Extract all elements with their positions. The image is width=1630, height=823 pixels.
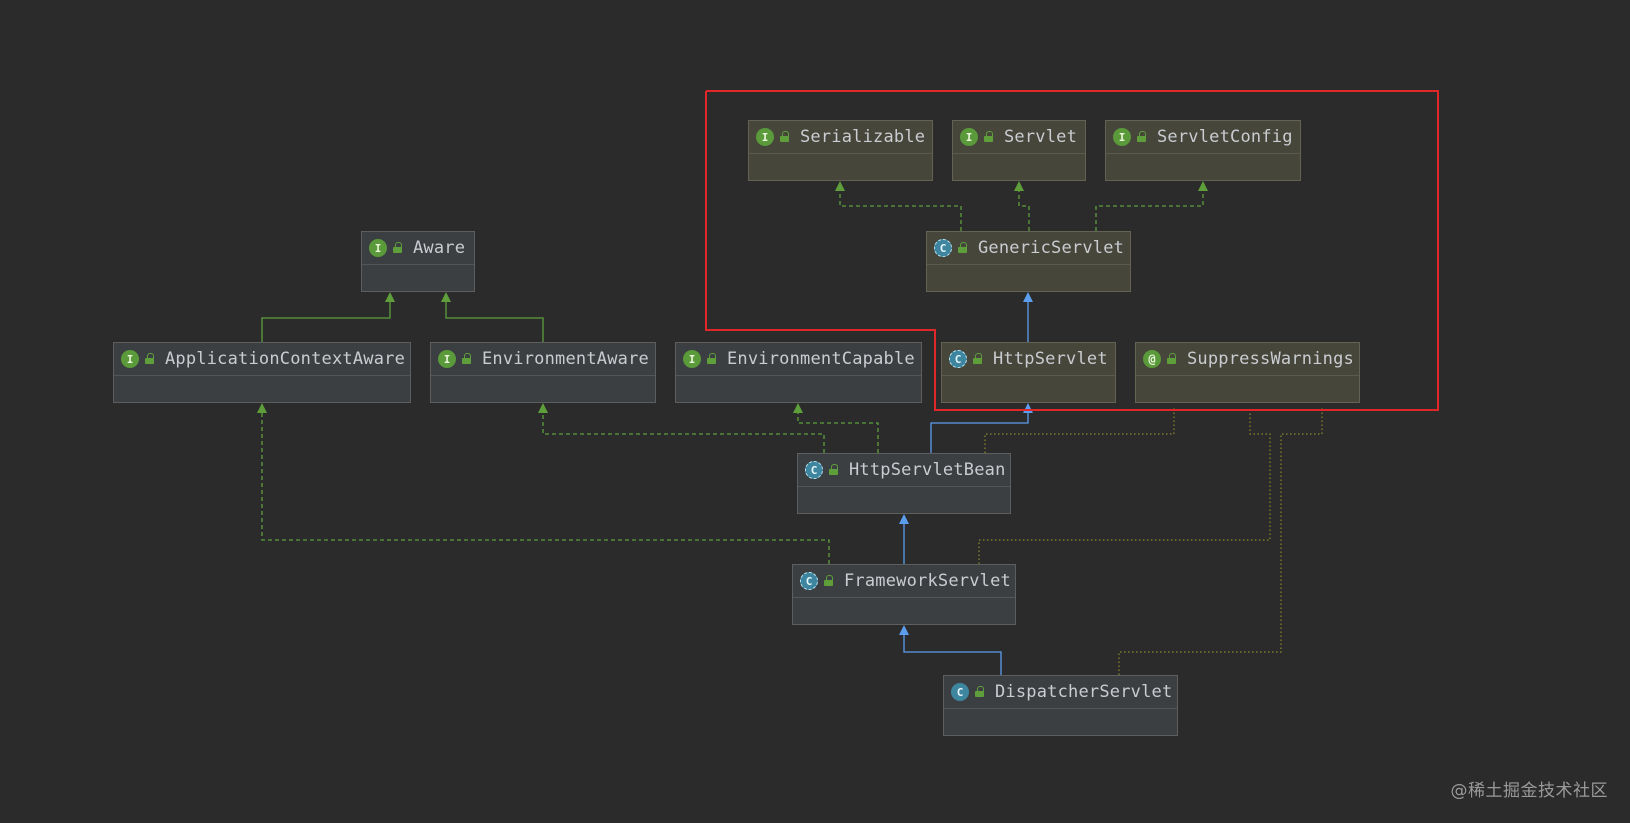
node-environmentcapable[interactable]: I EnvironmentCapable — [675, 342, 922, 403]
arrowhead-icon — [835, 181, 845, 191]
edge-httpservletbean-to-environmentcapable — [793, 403, 879, 453]
node-aware-label: Aware — [413, 238, 466, 258]
public-lock-icon — [392, 242, 404, 254]
annotation-icon: @ — [1143, 350, 1161, 368]
interface-icon: I — [121, 350, 139, 368]
arrowhead-icon — [1014, 181, 1024, 191]
interface-icon: I — [1113, 128, 1131, 146]
node-environmentcapable-label: EnvironmentCapable — [727, 349, 915, 369]
node-environmentaware[interactable]: I EnvironmentAware — [430, 342, 656, 403]
node-header: I Servlet — [953, 121, 1085, 154]
abstract-class-icon: C — [800, 572, 818, 590]
class-icon: C — [951, 683, 969, 701]
node-environmentaware-label: EnvironmentAware — [482, 349, 649, 369]
node-suppresswarnings[interactable]: @ SuppressWarnings — [1135, 342, 1360, 403]
node-header: C FrameworkServlet — [793, 565, 1015, 598]
arrowhead-icon — [441, 292, 451, 302]
node-header: I EnvironmentCapable — [676, 343, 921, 376]
edge-httpservlet-to-genericservlet — [1023, 292, 1033, 342]
interface-icon: I — [683, 350, 701, 368]
abstract-class-icon: C — [805, 461, 823, 479]
public-lock-icon — [1136, 131, 1148, 143]
edge-frameworkservlet-to-httpservletbean — [899, 514, 909, 564]
public-lock-icon — [957, 242, 969, 254]
arrowhead-icon — [1023, 292, 1033, 302]
watermark: @稀土掘金技术社区 — [1450, 781, 1608, 801]
node-header: I ApplicationContextAware — [114, 343, 410, 376]
public-lock-icon — [706, 353, 718, 365]
arrowhead-icon — [385, 292, 395, 302]
interface-icon: I — [369, 239, 387, 257]
node-header: I ServletConfig — [1106, 121, 1300, 154]
public-lock-icon — [972, 353, 984, 365]
node-httpservletbean-label: HttpServletBean — [849, 460, 1006, 480]
public-lock-icon — [974, 686, 986, 698]
public-lock-icon — [461, 353, 473, 365]
arrowhead-icon — [793, 403, 803, 413]
node-header: I EnvironmentAware — [431, 343, 655, 376]
node-servlet-label: Servlet — [1004, 127, 1078, 147]
node-frameworkservlet[interactable]: C FrameworkServlet — [792, 564, 1016, 625]
arrowhead-icon — [899, 514, 909, 524]
edge-httpservletbean-to-environmentaware — [538, 403, 825, 453]
node-header: C HttpServletBean — [798, 454, 1010, 487]
interface-icon: I — [438, 350, 456, 368]
node-serializable-label: Serializable — [800, 127, 926, 147]
node-httpservlet-label: HttpServlet — [993, 349, 1108, 369]
node-httpservletbean[interactable]: C HttpServletBean — [797, 453, 1011, 514]
node-applicationcontextaware[interactable]: I ApplicationContextAware — [113, 342, 411, 403]
abstract-class-icon: C — [949, 350, 967, 368]
edge-genericservlet-to-servlet — [1014, 181, 1030, 231]
node-header: C HttpServlet — [942, 343, 1115, 376]
node-serializable[interactable]: I Serializable — [748, 120, 933, 181]
public-lock-icon — [828, 464, 840, 476]
node-header: I Serializable — [749, 121, 932, 154]
node-header: @ SuppressWarnings — [1136, 343, 1359, 376]
node-applicationcontextaware-label: ApplicationContextAware — [165, 349, 406, 369]
edge-dispatcherservlet-to-suppresswarnings — [1118, 407, 1323, 675]
public-lock-icon — [1166, 353, 1178, 365]
edge-environmentaware-to-aware — [441, 292, 544, 342]
edge-dispatcherservlet-to-frameworkservlet — [899, 625, 1002, 675]
arrowhead-icon — [899, 625, 909, 635]
arrowhead-icon — [1198, 181, 1208, 191]
abstract-class-icon: C — [934, 239, 952, 257]
uml-diagram-canvas: I Aware I ApplicationContextAware I Envi… — [0, 0, 1630, 823]
node-genericservlet[interactable]: C GenericServlet — [926, 231, 1131, 292]
arrowhead-icon — [257, 403, 267, 413]
public-lock-icon — [983, 131, 995, 143]
edge-genericservlet-to-servletconfig — [1095, 181, 1208, 231]
node-dispatcherservlet[interactable]: C DispatcherServlet — [943, 675, 1178, 736]
interface-icon: I — [960, 128, 978, 146]
public-lock-icon — [779, 131, 791, 143]
edge-genericservlet-to-serializable — [835, 181, 962, 231]
edge-frameworkservlet-to-suppresswarnings — [978, 407, 1271, 564]
node-header: C DispatcherServlet — [944, 676, 1177, 709]
public-lock-icon — [144, 353, 156, 365]
interface-icon: I — [756, 128, 774, 146]
node-suppresswarnings-label: SuppressWarnings — [1187, 349, 1354, 369]
node-servletconfig[interactable]: I ServletConfig — [1105, 120, 1301, 181]
edge-frameworkservlet-to-applicationcontextaware — [257, 403, 830, 564]
node-httpservlet[interactable]: C HttpServlet — [941, 342, 1116, 403]
node-header: I Aware — [362, 232, 474, 265]
node-servletconfig-label: ServletConfig — [1157, 127, 1293, 147]
node-aware[interactable]: I Aware — [361, 231, 475, 292]
arrowhead-icon — [538, 403, 548, 413]
node-frameworkservlet-label: FrameworkServlet — [844, 571, 1011, 591]
public-lock-icon — [823, 575, 835, 587]
edge-applicationcontextaware-to-aware — [261, 292, 395, 342]
node-servlet[interactable]: I Servlet — [952, 120, 1086, 181]
node-genericservlet-label: GenericServlet — [978, 238, 1125, 258]
node-dispatcherservlet-label: DispatcherServlet — [995, 682, 1173, 702]
arrowhead-icon — [1023, 403, 1033, 413]
edge-httpservletbean-to-suppresswarnings — [984, 407, 1175, 453]
node-header: C GenericServlet — [927, 232, 1130, 265]
edge-httpservletbean-to-httpservlet — [930, 403, 1033, 453]
